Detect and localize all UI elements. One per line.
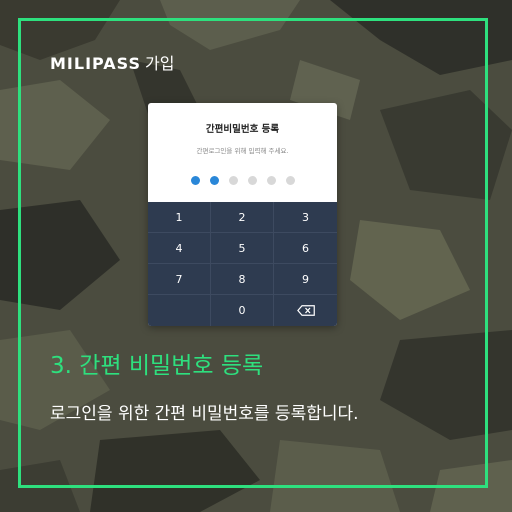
- backspace-button[interactable]: [274, 295, 337, 326]
- key-1[interactable]: 1: [148, 202, 211, 233]
- key-9[interactable]: 9: [274, 264, 337, 295]
- key-3[interactable]: 3: [274, 202, 337, 233]
- brand-header: MILIPASS 가입: [50, 50, 174, 74]
- pin-screen-subtitle: 간편로그인을 위해 입력해 주세요.: [196, 147, 289, 155]
- pin-indicator: [148, 176, 337, 185]
- pin-dot: [228, 176, 238, 185]
- pin-dot: [209, 176, 219, 185]
- backspace-icon: [296, 305, 315, 316]
- key-7[interactable]: 7: [148, 264, 211, 295]
- key-6[interactable]: 6: [274, 233, 337, 264]
- pin-dot: [266, 176, 276, 185]
- step-description: 로그인을 위한 간편 비밀번호를 등록합니다.: [50, 404, 359, 424]
- pin-screen-title: 간편비밀번호 등록: [205, 124, 280, 135]
- key-empty: [148, 295, 211, 326]
- pin-dot: [247, 176, 257, 185]
- brand-name: MILIPASS: [50, 54, 141, 73]
- key-5[interactable]: 5: [211, 233, 274, 264]
- step-title: 3. 간편 비밀번호 등록: [50, 353, 264, 379]
- number-keypad: 1 2 3 4 5 6 7 8 9 0: [148, 202, 337, 326]
- pin-dot: [285, 176, 295, 185]
- key-0[interactable]: 0: [211, 295, 274, 326]
- key-4[interactable]: 4: [148, 233, 211, 264]
- brand-suffix: 가입: [145, 54, 175, 73]
- pin-dot: [190, 176, 200, 185]
- pin-entry-screen: 간편비밀번호 등록 간편로그인을 위해 입력해 주세요. 1 2 3 4 5 6…: [148, 103, 337, 326]
- key-8[interactable]: 8: [211, 264, 274, 295]
- key-2[interactable]: 2: [211, 202, 274, 233]
